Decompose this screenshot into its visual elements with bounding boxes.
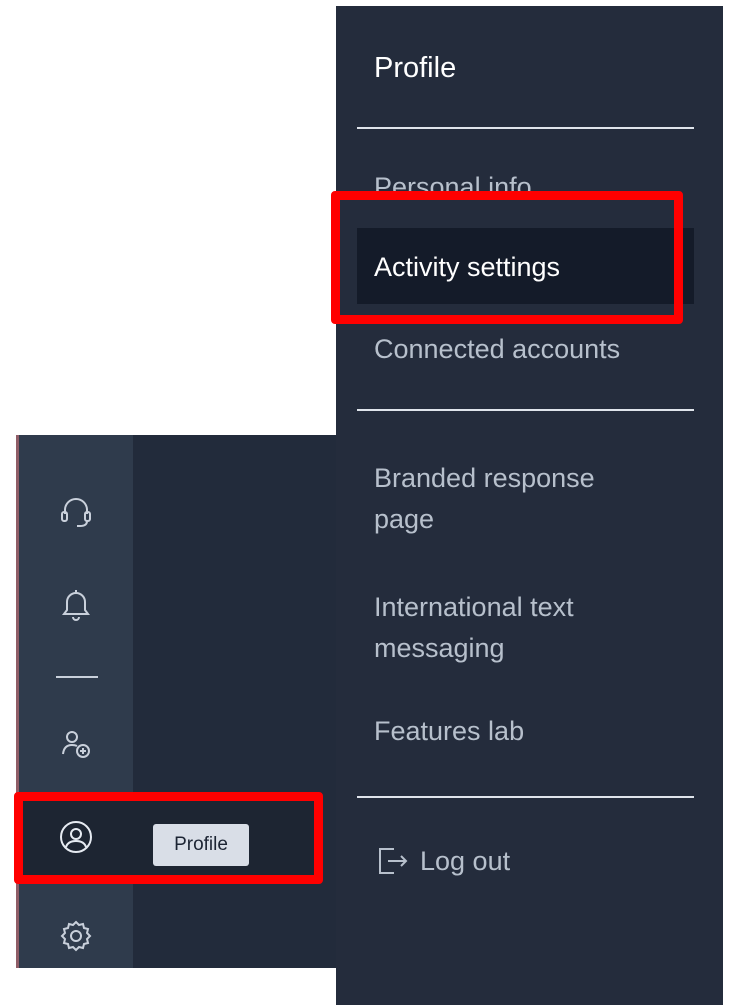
- headset-icon: [61, 498, 91, 527]
- profile-tooltip: Profile: [153, 824, 249, 866]
- menu-item-international-text-messaging[interactable]: International text messaging: [374, 587, 634, 669]
- logout-label: Log out: [420, 845, 511, 876]
- rail-notifications-button[interactable]: [19, 568, 133, 640]
- rail-profile-button[interactable]: [19, 801, 133, 873]
- logout-icon: [379, 848, 408, 874]
- gear-icon: [60, 920, 92, 952]
- menu-item-connected-accounts[interactable]: Connected accounts: [374, 334, 620, 365]
- bell-icon: [62, 590, 90, 621]
- menu-item-features-lab[interactable]: Features lab: [374, 716, 524, 747]
- menu-item-personal-info[interactable]: Personal info: [374, 172, 674, 192]
- menu-item-activity-settings[interactable]: Activity settings: [357, 228, 694, 304]
- add-user-icon: [62, 731, 90, 758]
- rail-divider: [56, 676, 98, 678]
- logout-button[interactable]: Log out: [374, 843, 510, 879]
- rail-add-user-button[interactable]: [19, 708, 133, 780]
- divider: [357, 796, 694, 798]
- rail-support-button[interactable]: [19, 476, 133, 548]
- divider: [357, 127, 694, 129]
- rail-settings-button[interactable]: [19, 900, 133, 972]
- divider: [357, 409, 694, 411]
- user-circle-icon: [60, 821, 92, 853]
- menu-item-branded-response-page[interactable]: Branded response page: [374, 458, 634, 540]
- panel-title: Profile: [374, 52, 457, 84]
